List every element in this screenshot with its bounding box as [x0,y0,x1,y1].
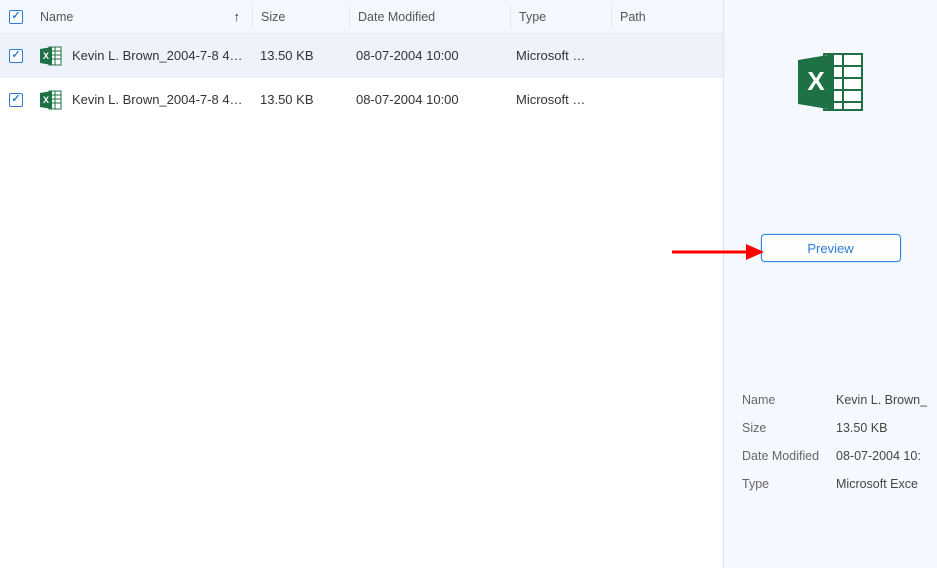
svg-text:X: X [43,51,49,61]
table-row[interactable]: X Kevin L. Brown_2004-7-8 4-31-… 13.50 K… [0,78,723,122]
sort-ascending-icon: ↑ [234,9,241,24]
select-all-checkbox[interactable] [9,10,23,24]
excel-icon: X [40,46,62,66]
column-header-name-label: Name [40,10,73,24]
file-size: 13.50 KB [252,48,348,63]
preview-pane: X Preview Name Kevin L. Brown_ Size 13.5… [724,0,937,568]
detail-label-name: Name [742,393,828,407]
column-header-type[interactable]: Type [511,10,611,24]
svg-text:X: X [807,66,825,96]
table-row[interactable]: X Kevin L. Brown_2004-7-8 4-31-… 13.50 K… [0,34,723,78]
preview-button-label: Preview [807,241,853,256]
preview-details: Name Kevin L. Brown_ Size 13.50 KB Date … [742,386,937,498]
detail-label-date: Date Modified [742,449,828,463]
file-list-pane: Name ↑ Size Date Modified Type Path [0,0,724,568]
row-checkbox[interactable] [9,49,23,63]
column-header-name[interactable]: Name ↑ [32,9,252,24]
row-checkbox[interactable] [9,93,23,107]
column-header-size[interactable]: Size [253,10,349,24]
detail-value-size: 13.50 KB [836,421,887,435]
detail-value-name: Kevin L. Brown_ [836,393,927,407]
header-checkbox-cell[interactable] [0,10,32,24]
file-name: Kevin L. Brown_2004-7-8 4-31-… [72,92,244,107]
file-type: Microsoft … [508,48,608,63]
detail-label-type: Type [742,477,828,491]
preview-button[interactable]: Preview [761,234,901,262]
excel-icon: X [40,90,62,110]
svg-text:X: X [43,95,49,105]
column-header-path[interactable]: Path [612,10,723,24]
detail-value-type: Microsoft Exce [836,477,918,491]
detail-value-date: 08-07-2004 10: [836,449,921,463]
app-root: Name ↑ Size Date Modified Type Path [0,0,937,568]
file-date: 08-07-2004 10:00 [348,92,508,107]
file-size: 13.50 KB [252,92,348,107]
column-header-row: Name ↑ Size Date Modified Type Path [0,0,723,34]
file-rows: X Kevin L. Brown_2004-7-8 4-31-… 13.50 K… [0,34,723,568]
file-type: Microsoft … [508,92,608,107]
detail-label-size: Size [742,421,828,435]
column-header-date[interactable]: Date Modified [350,10,510,24]
file-name: Kevin L. Brown_2004-7-8 4-31-… [72,48,244,63]
excel-icon: X [796,50,866,114]
file-date: 08-07-2004 10:00 [348,48,508,63]
